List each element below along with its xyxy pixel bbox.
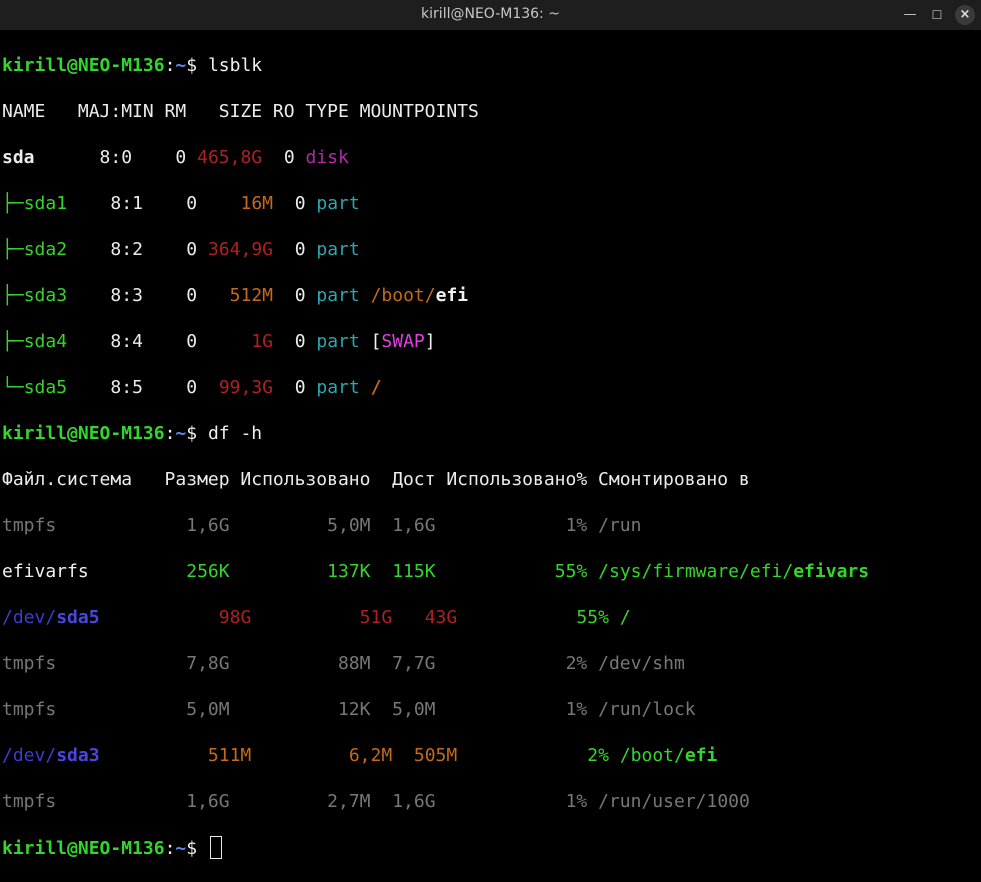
maximize-icon[interactable]: ☐ <box>927 5 947 25</box>
window-title: kirill@NEO-M136: ~ <box>421 6 560 22</box>
lsblk-row: ├─sda2 8:2 0 364,9G 0 part <box>2 239 360 260</box>
prompt-user-host: kirill@NEO-M136 <box>2 55 165 76</box>
df-row: /dev/sda5 98G 51G 43G 55% / <box>2 607 631 628</box>
terminal-output[interactable]: kirill@NEO-M136:~$ lsblk NAME MAJ:MIN RM… <box>2 31 981 859</box>
close-icon[interactable]: × <box>955 5 975 25</box>
df-row: tmpfs 7,8G 88M 7,7G 2% /dev/shm <box>2 653 685 674</box>
lsblk-row: └─sda5 8:5 0 99,3G 0 part / <box>2 377 382 398</box>
terminal-cursor[interactable] <box>209 836 222 859</box>
lsblk-row: ├─sda1 8:1 0 16M 0 part <box>2 193 360 214</box>
lsblk-row: ├─sda3 8:3 0 512M 0 part /boot/efi <box>2 285 469 306</box>
df-row: tmpfs 5,0M 12K 5,0M 1% /run/lock <box>2 699 696 720</box>
prompt-line: kirill@NEO-M136:~$ df -h <box>2 423 263 444</box>
lsblk-header: NAME MAJ:MIN RM SIZE RO TYPE MOUNTPOINTS <box>2 101 479 122</box>
df-header: Файл.система Размер Использовано Дост Ис… <box>2 469 750 490</box>
df-row: /dev/sda3 511M 6,2M 505M 2% /boot/efi <box>2 745 718 766</box>
lsblk-row: sda 8:0 0 465,8G 0 disk <box>2 147 349 168</box>
prompt-symbol: $ <box>186 55 198 76</box>
command-text: lsblk <box>207 55 263 76</box>
prompt-line: kirill@NEO-M136:~$ lsblk <box>2 55 263 76</box>
prompt-line: kirill@NEO-M136:~$ <box>2 836 981 859</box>
df-row: tmpfs 1,6G 2,7M 1,6G 1% /run/user/1000 <box>2 791 750 812</box>
minimize-icon[interactable]: — <box>900 5 920 25</box>
df-row: efivarfs 256K 137K 115K 55% /sys/firmwar… <box>2 561 870 582</box>
lsblk-row: ├─sda4 8:4 0 1G 0 part [SWAP] <box>2 331 436 352</box>
prompt-path: ~ <box>175 55 187 76</box>
window-titlebar[interactable]: kirill@NEO-M136: ~ — ☐ × <box>0 0 981 30</box>
command-text: df -h <box>207 423 263 444</box>
lsblk-name: sda <box>2 147 35 168</box>
df-row: tmpfs 1,6G 5,0M 1,6G 1% /run <box>2 515 642 536</box>
